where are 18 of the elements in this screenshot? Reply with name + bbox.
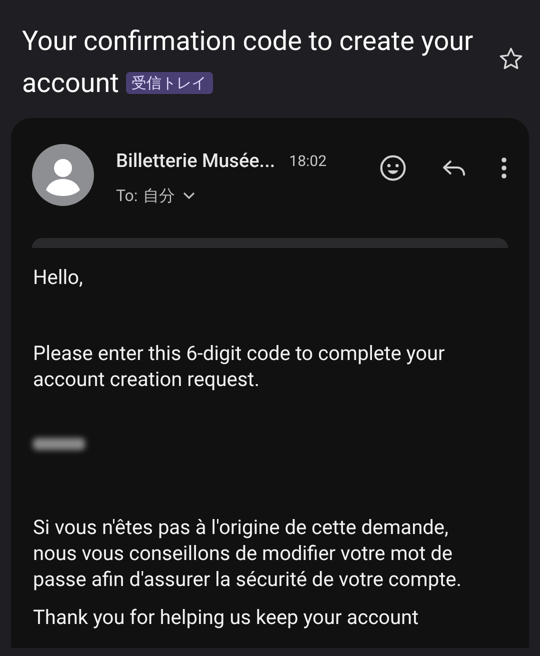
chevron-down-icon: [182, 192, 195, 200]
body-paragraph: Please enter this 6-digit code to complete your account creation request.: [33, 340, 446, 392]
body-paragraph: Si vous n'êtes pas à l'origine de cette demande, nous vous conseillons de modifier votre mot de passe afin d'assurer la sécurité de votre compte.: [33, 514, 462, 592]
blurred-text-bar: [33, 438, 85, 450]
body-paragraph: Hello,: [33, 264, 84, 290]
to-label: To:: [116, 184, 138, 206]
body-paragraph: Thank you for helping us keep your account: [33, 604, 420, 630]
avatar-icon: [32, 144, 94, 206]
message-time: 18:02: [289, 151, 327, 172]
reply-icon[interactable]: [441, 158, 467, 178]
emoji-icon[interactable]: [379, 154, 407, 182]
star-icon[interactable]: [498, 46, 524, 72]
inbox-label[interactable]: 受信トレイ: [126, 72, 213, 94]
email-subject: Your confirmation code to create your account 受信トレイ: [22, 24, 474, 101]
more-options-icon[interactable]: [501, 157, 507, 179]
sender-name: Billetterie Musée...: [116, 148, 276, 174]
recipient-toggle[interactable]: To: 自分: [116, 184, 195, 208]
recipient-name: 自分: [142, 184, 175, 206]
